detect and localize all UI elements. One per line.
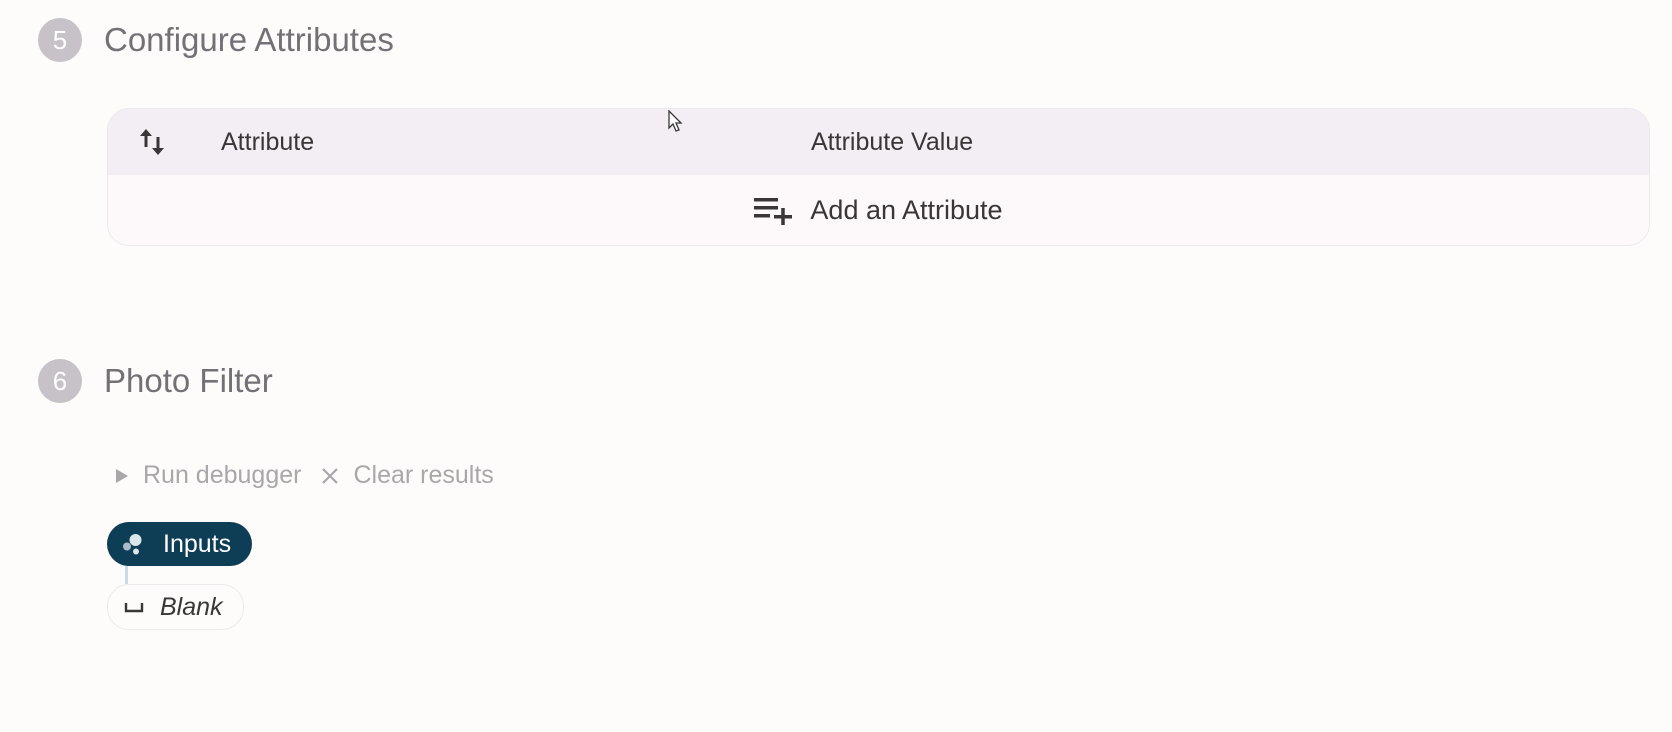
run-debugger-button[interactable]: Run debugger [115, 461, 301, 490]
blank-node-label: Blank [160, 592, 223, 621]
clear-results-label: Clear results [353, 461, 494, 489]
attribute-table-header: Attribute Attribute Value [108, 109, 1649, 175]
inputs-node[interactable]: Inputs [107, 522, 252, 566]
add-attribute-button[interactable]: Add an Attribute [108, 175, 1649, 245]
close-icon [322, 467, 339, 484]
step-number-badge: 6 [38, 359, 82, 403]
column-header-attribute-value: Attribute Value [811, 128, 974, 156]
debugger-toolbar: Run debugger Clear results [115, 461, 494, 490]
step-5-header: 5 Configure Attributes [38, 18, 394, 62]
blank-node[interactable]: Blank [107, 584, 244, 630]
playlist-add-icon [754, 198, 793, 225]
inputs-node-label: Inputs [163, 529, 232, 558]
section-title: Photo Filter [104, 362, 273, 399]
sort-button[interactable] [136, 125, 170, 159]
swap-vertical-icon [140, 129, 164, 155]
space-bar-icon [124, 603, 144, 613]
clear-results-button[interactable]: Clear results [321, 461, 494, 490]
mouse-pointer-icon [668, 110, 683, 132]
step-number-badge: 5 [38, 18, 82, 62]
run-debugger-label: Run debugger [143, 461, 302, 489]
add-attribute-label: Add an Attribute [810, 194, 1003, 225]
node-connector [125, 566, 128, 584]
play-icon [116, 468, 128, 483]
step-6-header: 6 Photo Filter [38, 359, 273, 403]
column-header-attribute: Attribute [221, 128, 315, 156]
attribute-table: Attribute Attribute Value Add an Attribu… [107, 108, 1650, 246]
bubbles-icon [123, 534, 142, 555]
section-title: Configure Attributes [104, 21, 394, 58]
